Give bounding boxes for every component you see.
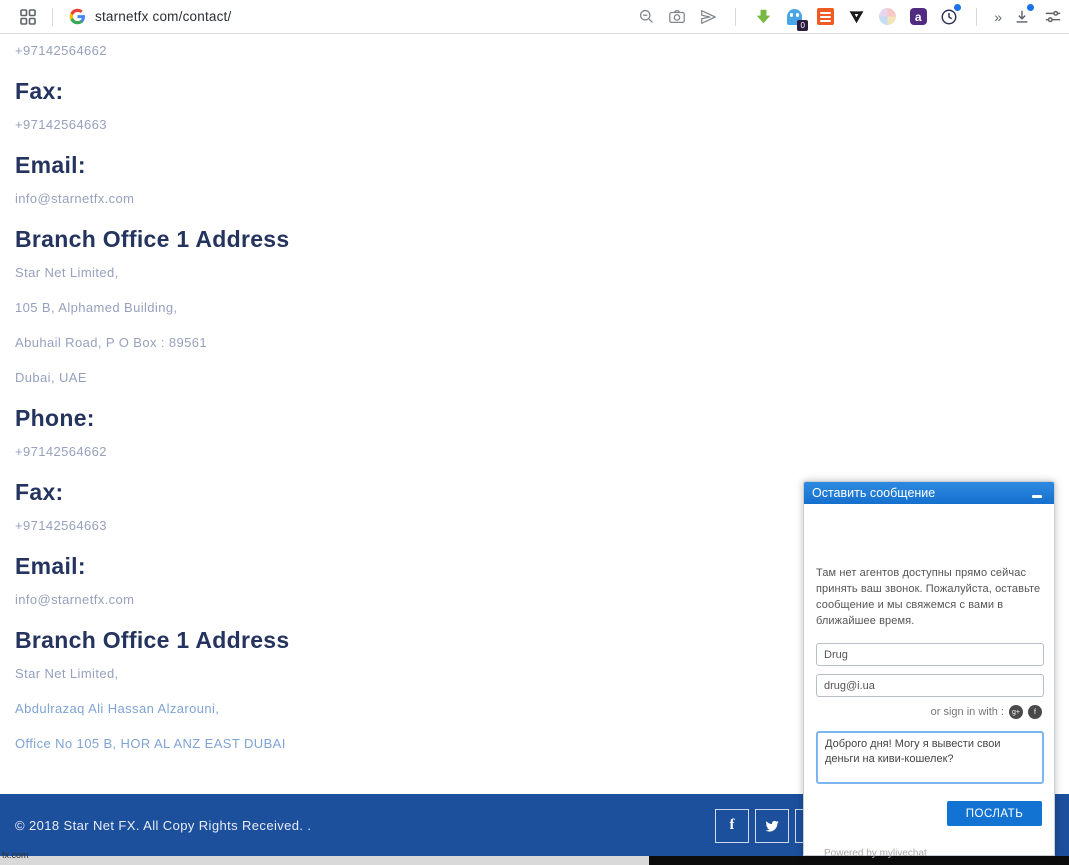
powered-by-text: Powered by mylivechat	[824, 848, 927, 859]
overflow-chevrons-icon[interactable]: »	[994, 9, 1002, 25]
grid-icon[interactable]	[18, 7, 38, 27]
black-shield-extension-icon[interactable]	[846, 7, 866, 27]
address-line: 105 B, Alphamed Building,	[15, 300, 178, 315]
email-address: info@starnetfx.com	[15, 191, 135, 206]
chat-email-input[interactable]	[816, 674, 1044, 697]
browser-toolbar: starnetfx com/contact/ 0 a »	[0, 0, 1069, 34]
zoom-out-icon[interactable]	[636, 7, 656, 27]
branch-office-heading: Branch Office 1 Address	[15, 226, 290, 252]
chat-message-textarea[interactable]: Доброго дня! Могу я вывести свои деньги …	[816, 731, 1044, 784]
phone-number: +97142564662	[15, 444, 107, 459]
livechat-widget: Оставить сообщение Там нет агентов досту…	[803, 481, 1055, 859]
address-line: Dubai, UAE	[15, 370, 87, 385]
status-link-text: fx.com	[2, 850, 29, 860]
pastel-circle-extension-icon[interactable]	[877, 7, 897, 27]
extension-badge: 0	[797, 19, 809, 31]
camera-icon[interactable]	[667, 7, 687, 27]
email-heading: Email:	[15, 152, 86, 178]
send-icon[interactable]	[698, 7, 718, 27]
address-line: Abuhail Road, P O Box : 89561	[15, 335, 208, 350]
chat-title: Оставить сообщение	[812, 486, 936, 500]
tune-settings-icon[interactable]	[1043, 7, 1063, 27]
phone-number: +97142564662	[15, 43, 107, 58]
twitter-icon[interactable]	[755, 808, 789, 843]
phone-heading: Phone:	[15, 405, 95, 431]
toolbar-divider	[976, 7, 978, 26]
facebook-icon[interactable]: f	[715, 808, 749, 843]
purple-a-extension-icon[interactable]: a	[908, 7, 928, 27]
google-favicon	[67, 7, 87, 27]
orange-reader-extension-icon[interactable]	[815, 7, 835, 27]
ghost-extension-icon[interactable]: 0	[784, 7, 809, 31]
fax-heading: Fax:	[15, 78, 64, 104]
chat-name-input[interactable]	[816, 643, 1044, 666]
facebook-signin-icon[interactable]: f	[1028, 705, 1042, 719]
chat-intro-text: Там нет агентов доступны прямо сейчас пр…	[816, 567, 1041, 627]
address-line: Star Net Limited,	[15, 265, 119, 280]
chat-header[interactable]: Оставить сообщение	[804, 482, 1054, 504]
send-button[interactable]: ПОСЛАТЬ	[947, 801, 1042, 826]
downloads-icon[interactable]	[1012, 3, 1034, 27]
toolbar-divider	[735, 7, 737, 26]
url-bar[interactable]: starnetfx com/contact/	[95, 9, 231, 24]
googleplus-signin-icon[interactable]: g+	[1009, 705, 1023, 719]
signin-label: or sign in with :	[930, 706, 1004, 718]
callcenter-banner-image	[816, 516, 1042, 549]
history-clock-icon[interactable]	[939, 3, 962, 27]
copyright-text: © 2018 Star Net FX. All Copy Rights Rece…	[15, 818, 312, 833]
browser-status-bar: fx.com	[0, 850, 649, 865]
green-download-arrow-icon[interactable]	[753, 7, 773, 27]
minimize-icon[interactable]	[1028, 486, 1046, 500]
toolbar-divider	[52, 7, 53, 26]
fax-number: +97142564663	[15, 117, 107, 132]
